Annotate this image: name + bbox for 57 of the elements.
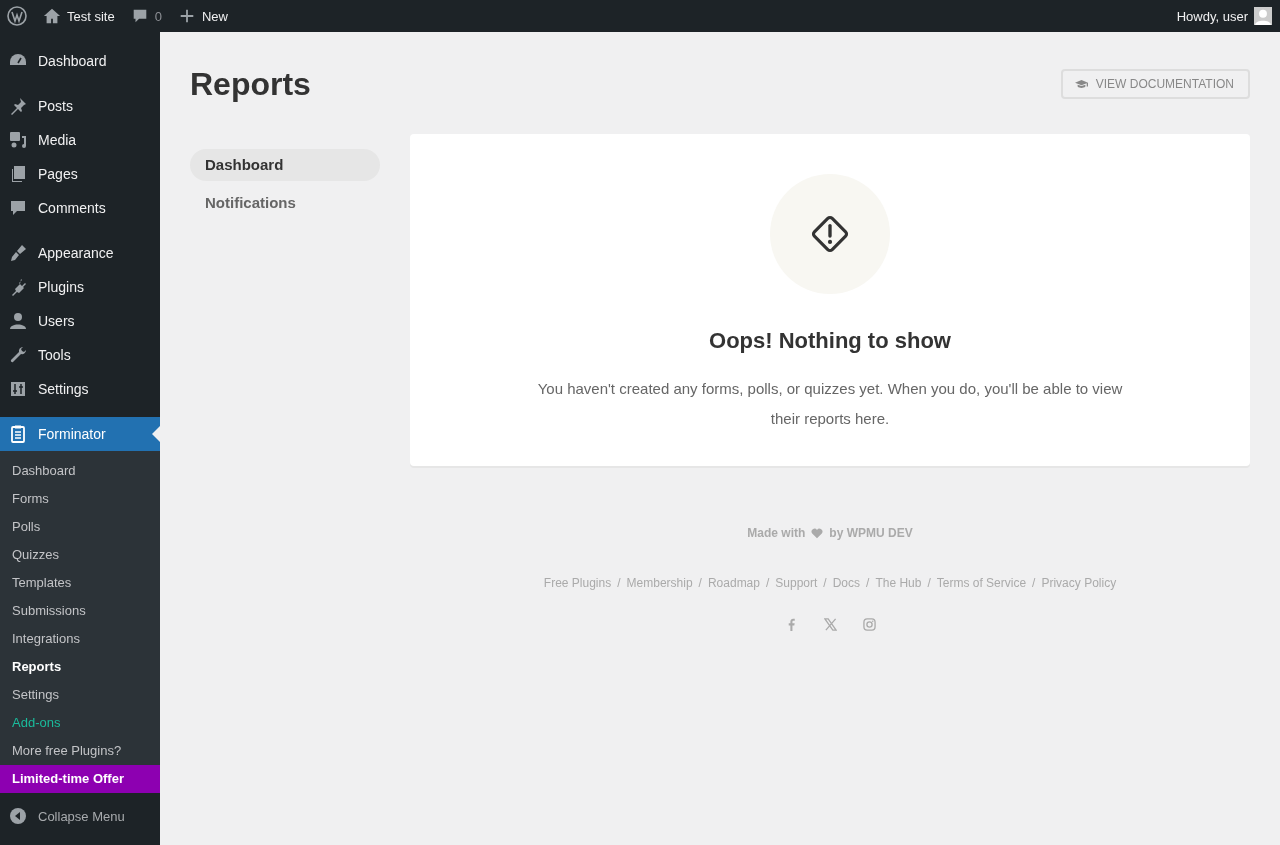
bubble-icon — [8, 198, 28, 218]
nav-tab[interactable]: Notifications — [190, 187, 380, 219]
avatar-icon — [1254, 7, 1272, 25]
empty-title: Oops! Nothing to show — [709, 328, 951, 354]
submenu-item[interactable]: Settings — [0, 681, 160, 709]
nav-tab[interactable]: Dashboard — [190, 149, 380, 181]
separator: / — [1032, 576, 1036, 590]
submenu-item[interactable]: Templates — [0, 569, 160, 597]
menu-item[interactable]: Settings — [0, 372, 160, 406]
submenu-item[interactable]: Integrations — [0, 625, 160, 653]
submenu-item[interactable]: Add-ons — [0, 709, 160, 737]
submenu-item[interactable]: Reports — [0, 653, 160, 681]
menu-item[interactable]: Appearance — [0, 236, 160, 270]
submenu-item[interactable]: Submissions — [0, 597, 160, 625]
graduation-cap-icon — [1074, 79, 1088, 89]
separator: / — [698, 576, 702, 590]
wordpress-logo-icon[interactable] — [7, 6, 27, 26]
media-icon — [8, 130, 28, 150]
menu-item[interactable]: Users — [0, 304, 160, 338]
collapse-icon — [8, 806, 28, 826]
sliders-icon — [8, 379, 28, 399]
menu-item[interactable]: Pages — [0, 157, 160, 191]
separator: / — [866, 576, 870, 590]
heart-icon — [811, 527, 824, 539]
wrench-icon — [8, 345, 28, 365]
user-icon — [8, 311, 28, 331]
menu-item[interactable]: Comments — [0, 191, 160, 225]
submenu-item[interactable]: Limited-time Offer — [0, 765, 160, 793]
home-icon — [43, 7, 61, 25]
submenu-item[interactable]: Forms — [0, 485, 160, 513]
menu-item[interactable]: Forminator — [0, 417, 160, 451]
menu-item[interactable]: Plugins — [0, 270, 160, 304]
separator: / — [765, 576, 770, 590]
brush-icon — [8, 243, 28, 263]
instagram-icon[interactable] — [862, 618, 876, 631]
separator: / — [823, 576, 827, 590]
menu-item[interactable]: Tools — [0, 338, 160, 372]
submenu-item[interactable]: Quizzes — [0, 541, 160, 569]
x-icon[interactable] — [823, 618, 837, 631]
menu-item[interactable]: Media — [0, 123, 160, 157]
account-greeting[interactable]: Howdy, user — [1176, 8, 1248, 24]
separator: / — [617, 576, 621, 590]
by-text: by WPMU DEV — [829, 526, 913, 540]
made-with-text: Made with — [747, 526, 806, 540]
page-title: Reports — [190, 65, 311, 103]
submenu-item[interactable]: Polls — [0, 513, 160, 541]
empty-message: You haven't created any forms, polls, or quizzes yet. When you do, you'll be able to view their reports here. — [536, 379, 1124, 429]
submenu-item[interactable]: Dashboard — [0, 457, 160, 485]
menu-item[interactable]: Posts — [0, 89, 160, 123]
submenu-item[interactable]: More free Plugins? — [0, 737, 160, 765]
separator: / — [927, 576, 931, 590]
collapse-menu-button[interactable]: Collapse Menu — [0, 799, 160, 833]
new-link[interactable]: New — [177, 7, 228, 25]
menu-item[interactable]: Dashboard — [0, 44, 160, 78]
clipboard-icon — [8, 424, 28, 444]
site-link[interactable]: Test site — [43, 7, 115, 25]
comments-link[interactable]: 0 — [130, 7, 162, 25]
